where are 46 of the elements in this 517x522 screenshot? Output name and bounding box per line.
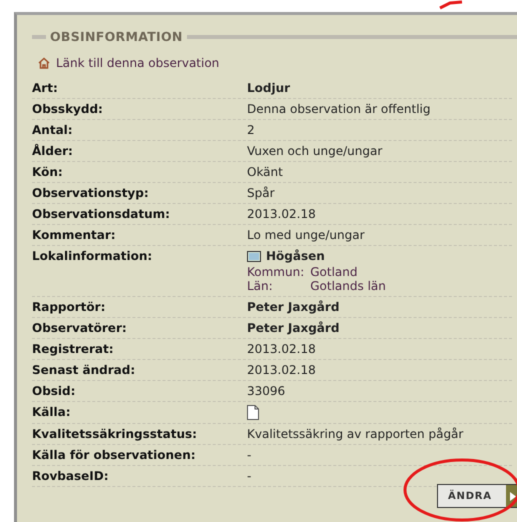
field-label: Rapportör: bbox=[32, 300, 106, 314]
house-icon bbox=[38, 57, 50, 69]
field-label: Antal: bbox=[32, 123, 74, 137]
field-label: Observationsdatum: bbox=[32, 207, 171, 221]
document-icon[interactable] bbox=[247, 405, 259, 420]
field-value: - bbox=[247, 469, 252, 483]
detail-label: Län: bbox=[247, 279, 274, 293]
field-label: Källa: bbox=[32, 405, 72, 420]
field-label: Kvalitetssäkringsstatus: bbox=[32, 427, 198, 441]
field-value: Lodjur bbox=[247, 81, 290, 95]
field-value: Lo med unge/ungar bbox=[247, 228, 365, 242]
field-label: Kön: bbox=[32, 165, 64, 179]
field-value: Peter Jaxgård bbox=[247, 321, 340, 335]
field-value: Kvalitetssäkring av rapporten pågår bbox=[247, 427, 464, 441]
field-value: - bbox=[247, 448, 252, 462]
field-label: Källa för observationen: bbox=[32, 448, 197, 462]
field-value: 2013.02.18 bbox=[247, 342, 316, 356]
field-label: Senast ändrad: bbox=[32, 363, 136, 377]
field-value: Spår bbox=[247, 186, 275, 200]
detail-value: Gotlands län bbox=[310, 279, 386, 293]
field-label: Obsid: bbox=[32, 384, 76, 398]
field-value: 2013.02.18 bbox=[247, 207, 316, 221]
place-name: Högåsen bbox=[266, 249, 325, 263]
field-label: Ålder: bbox=[32, 144, 74, 158]
field-value: 33096 bbox=[247, 384, 286, 398]
map-icon bbox=[247, 250, 261, 262]
field-label: RovbaseID: bbox=[32, 469, 110, 483]
field-value: Denna observation är offentlig bbox=[247, 102, 430, 116]
field-label: Observatörer: bbox=[32, 321, 128, 335]
detail-value: Gotland bbox=[310, 265, 359, 279]
field-value: Vuxen och unge/ungar bbox=[247, 144, 382, 158]
observation-link[interactable]: Länk till denna observation bbox=[56, 56, 220, 70]
field-value: 2 bbox=[247, 123, 255, 137]
field-label: Kommentar: bbox=[32, 228, 117, 242]
detail-label: Kommun: bbox=[247, 265, 304, 279]
field-label: Registrerat: bbox=[32, 342, 115, 356]
field-label: Observationstyp: bbox=[32, 186, 150, 200]
field-label: Lokalinformation: bbox=[32, 249, 154, 265]
field-value: Okänt bbox=[247, 165, 283, 179]
field-value: Peter Jaxgård bbox=[247, 300, 340, 314]
field-value: 2013.02.18 bbox=[247, 363, 316, 377]
play-arrow-icon bbox=[510, 492, 516, 500]
field-label: Obsskydd: bbox=[32, 102, 104, 116]
field-label: Art: bbox=[32, 81, 59, 95]
section-title: OBSINFORMATION bbox=[50, 29, 183, 44]
edit-button[interactable]: ÄNDRA bbox=[437, 484, 517, 508]
